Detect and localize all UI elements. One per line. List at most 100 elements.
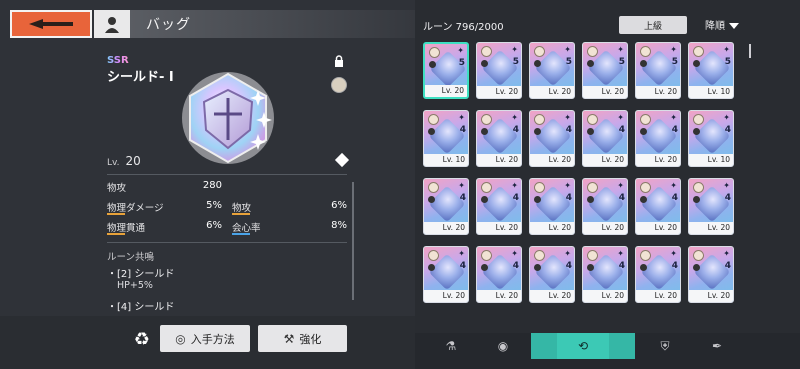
rune-card[interactable]: ✦ 5 Lv. 20 — [635, 42, 681, 99]
character-button[interactable] — [94, 10, 130, 38]
star-icon: ✦ — [564, 45, 571, 54]
star-icon: ✦ — [458, 249, 465, 258]
rarity-label: SSR — [107, 55, 129, 66]
rune-card[interactable]: ✦ 4 Lv. 20 — [529, 246, 575, 303]
rune-card[interactable]: ✦ 4 Lv. 20 — [688, 178, 734, 235]
rune-card[interactable]: ✦ 4 Lv. 20 — [582, 246, 628, 303]
rune-card[interactable]: ✦ 4 Lv. 20 — [476, 246, 522, 303]
star-icon: ✦ — [564, 113, 571, 122]
equipped-character-icon[interactable] — [331, 77, 347, 93]
lock-icon — [587, 264, 594, 271]
rune-card[interactable]: ✦ 4 Lv. 10 — [688, 110, 734, 167]
lock-icon — [640, 196, 647, 203]
lock-icon — [534, 128, 541, 135]
detail-scrollbar[interactable] — [352, 182, 354, 300]
lock-icon — [534, 60, 541, 67]
acquire-method-button[interactable]: ◎ 入手方法 — [160, 325, 250, 352]
tab-orb[interactable]: ◉ — [477, 333, 529, 359]
level-label: Lv. — [107, 158, 120, 168]
rune-card[interactable]: ✦ 4 Lv. 20 — [582, 110, 628, 167]
star-icon: ✦ — [617, 249, 624, 258]
lock-icon — [481, 60, 488, 67]
arrow-left-icon — [29, 19, 73, 29]
star-icon: ✦ — [670, 181, 677, 190]
inventory-header: ルーン 796/2000 上級 降順 — [415, 14, 800, 36]
star-icon: ✦ — [511, 249, 518, 258]
rune-card[interactable]: ✦ 4 Lv. 10 — [423, 110, 469, 167]
rune-card[interactable]: ✦ 5 Lv. 20 — [476, 42, 522, 99]
rune-level: Lv. 20 — [689, 222, 733, 234]
lock-icon — [534, 264, 541, 271]
tab-flask[interactable]: ⚗ — [425, 333, 477, 359]
lock-icon — [587, 128, 594, 135]
tab-armor[interactable]: ⛨ — [639, 333, 691, 359]
acquire-button-label: 入手方法 — [190, 332, 235, 346]
rune-set-count: 4 — [671, 125, 678, 135]
rune-card[interactable]: ✦ 5 Lv. 20 — [423, 42, 469, 99]
tab-rune[interactable]: ⟲ — [557, 333, 609, 359]
character-avatar — [640, 250, 651, 261]
character-avatar — [587, 182, 598, 193]
rune-set-count: 4 — [724, 125, 731, 135]
character-avatar — [640, 114, 651, 125]
star-icon: ✦ — [723, 45, 730, 54]
rune-set-count: 4 — [459, 193, 466, 203]
rune-card[interactable]: ✦ 4 Lv. 20 — [635, 246, 681, 303]
rune-level: Lv. 20 — [530, 222, 574, 234]
grid-scrollbar[interactable] — [749, 44, 751, 58]
lock-icon — [428, 128, 435, 135]
page-title: バッグ — [146, 17, 191, 33]
lock-icon — [587, 60, 594, 67]
character-avatar — [534, 250, 545, 261]
rune-set-count: 4 — [459, 125, 466, 135]
rune-card[interactable]: ✦ 5 Lv. 20 — [582, 42, 628, 99]
sub-stat-label: 物攻 — [232, 203, 252, 214]
character-avatar — [587, 250, 598, 261]
sub-stat-value: 5% — [206, 200, 222, 211]
lock-icon — [640, 128, 647, 135]
rune-card[interactable]: ✦ 4 Lv. 20 — [476, 110, 522, 167]
rune-card[interactable]: ✦ 4 Lv. 20 — [423, 246, 469, 303]
enhance-button[interactable]: ⚒ 強化 — [258, 325, 347, 352]
rune-card[interactable]: ✦ 4 Lv. 20 — [423, 178, 469, 235]
rune-set-count: 4 — [565, 125, 572, 135]
rune-emblem-image — [182, 72, 274, 164]
chevron-down-icon — [729, 23, 739, 29]
level-value: 20 — [125, 154, 141, 168]
rune-set-count: 4 — [724, 193, 731, 203]
rune-level: Lv. 10 — [689, 154, 733, 166]
rune-card[interactable]: ✦ 4 Lv. 20 — [688, 246, 734, 303]
stat-bar — [107, 233, 125, 235]
tab-feather[interactable]: ✒ — [691, 333, 743, 359]
rune-level: Lv. 20 — [636, 222, 680, 234]
lock-icon — [693, 60, 700, 67]
rune-card[interactable]: ✦ 4 Lv. 20 — [476, 178, 522, 235]
rune-card[interactable]: ✦ 5 Lv. 10 — [688, 42, 734, 99]
character-avatar — [428, 250, 439, 261]
rune-level: Lv. 20 — [583, 154, 627, 166]
lock-icon — [693, 196, 700, 203]
star-icon: ✦ — [723, 113, 730, 122]
rune-level: Lv. 20 — [424, 222, 468, 234]
sort-toggle[interactable]: 降順 — [705, 17, 739, 32]
rune-card[interactable]: ✦ 4 Lv. 20 — [529, 178, 575, 235]
rune-card[interactable]: ✦ 5 Lv. 20 — [529, 42, 575, 99]
lock-icon[interactable] — [333, 55, 345, 67]
rune-set-count: 5 — [512, 57, 519, 67]
character-avatar — [481, 250, 492, 261]
rune-card[interactable]: ✦ 4 Lv. 20 — [529, 110, 575, 167]
diamond-icon[interactable] — [334, 152, 350, 168]
back-button[interactable] — [10, 10, 92, 38]
rune-card[interactable]: ✦ 4 Lv. 20 — [635, 178, 681, 235]
rune-card[interactable]: ✦ 4 Lv. 20 — [582, 178, 628, 235]
filter-dropdown[interactable]: 上級 — [619, 16, 687, 34]
recycle-icon[interactable]: ♻ — [131, 329, 153, 351]
title-bar: バッグ — [130, 10, 415, 38]
character-avatar — [428, 114, 439, 125]
character-avatar — [534, 182, 545, 193]
rune-card[interactable]: ✦ 4 Lv. 20 — [635, 110, 681, 167]
rune-set-count: 4 — [512, 261, 519, 271]
rune-set-count: 4 — [671, 193, 678, 203]
rune-set-count: 4 — [618, 193, 625, 203]
rune-set-count: 5 — [458, 58, 465, 68]
